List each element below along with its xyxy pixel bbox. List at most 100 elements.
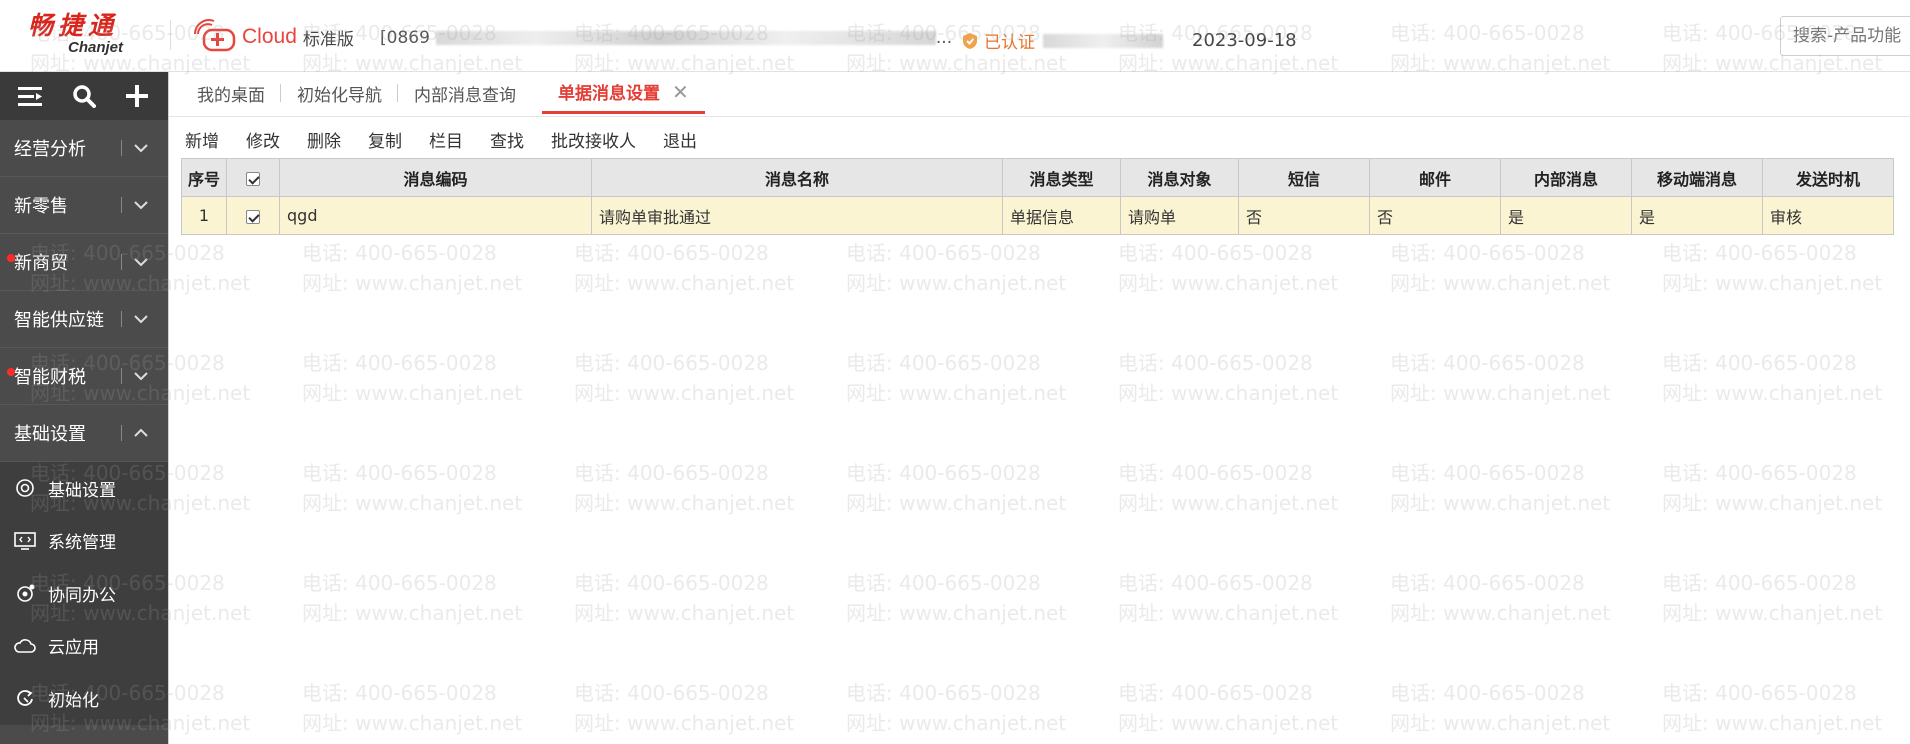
sidebar-subitem-2[interactable]: 协同办公 [0,567,168,620]
cloud-plus-icon [194,18,238,57]
toolbar-button-2[interactable]: 删除 [307,127,341,152]
column-header-9[interactable]: 移动端消息 [1631,158,1763,197]
cell-type: 单据信息 [1002,196,1121,235]
sidebar-subitem-1[interactable]: 系统管理 [0,515,168,568]
edition-label: 标准版 [302,29,354,50]
toolbar-button-5[interactable]: 查找 [490,127,524,152]
column-header-2[interactable]: 消息编码 [279,158,592,197]
toolbar-button-7[interactable]: 退出 [663,127,697,152]
message-settings-table: 序号 消息编码 消息名称 消息类型 消息对象 短信 邮件 内部消息 移动端消息 发送时机 1 qgd… [181,158,1894,235]
init-icon [14,687,36,709]
sidebar-subitem-label: 基础设置 [48,480,116,501]
sidebar-subitem-label: 协同办公 [48,585,116,606]
column-header-3[interactable]: 消息名称 [591,158,1003,197]
collaboration-icon [14,582,36,604]
cloud-icon [14,635,36,657]
sidebar-subitem-label: 初始化 [48,690,99,711]
close-icon[interactable]: ✕ [672,80,689,104]
row-checkbox[interactable] [246,209,260,224]
cell-checked[interactable] [226,196,280,235]
login-date: 2023-09-18 [1192,30,1297,51]
chevron-down-icon[interactable] [132,367,150,385]
account-ellipsis: ... [935,28,953,48]
app-window: 畅捷通 Chanjet Cloud 标准版 [0869 ... 已认证 2023… [0,0,1910,744]
cell-name: 请购单审批通过 [591,196,1003,235]
tab-0[interactable]: 我的桌面 [181,72,281,114]
column-header-8[interactable]: 内部消息 [1500,158,1632,197]
tab-3[interactable]: 单据消息设置 ✕ [542,72,705,114]
column-header-6[interactable]: 短信 [1238,158,1370,197]
toolbar-button-1[interactable]: 修改 [246,127,280,152]
tab-divider [169,116,1910,117]
group-divider [121,254,122,270]
tab-1[interactable]: 初始化导航 [281,72,398,114]
table-body: 1 qgd 请购单审批通过 单据信息 请购单否否是是审核 [181,196,1894,235]
tab-label: 初始化导航 [297,85,382,106]
sidebar: 经营分析 新零售 新商贸 智能供应链 智能财税 基础设置 基础设置 系统管理 协同办公 云应用初… [0,72,168,744]
chevron-down-icon[interactable] [132,139,150,157]
chevron-down-icon[interactable] [132,310,150,328]
sidebar-group-2[interactable]: 新商贸 [0,234,168,291]
tab-bar: 我的桌面 初始化导航 内部消息查询 单据消息设置 ✕ [181,72,705,114]
table-header-row: 序号 消息编码 消息名称 消息类型 消息对象 短信 邮件 内部消息 移动端消息 发送时机 [181,158,1894,197]
top-header: 畅捷通 Chanjet Cloud 标准版 [0869 ... 已认证 2023… [0,0,1910,72]
verified-badge[interactable]: 已认证 [962,28,1163,53]
sidebar-subitem-4[interactable]: 初始化 [0,672,168,725]
toolbar-button-3[interactable]: 复制 [368,127,402,152]
sidebar-group-5[interactable]: 基础设置 [0,405,168,462]
tab-label: 内部消息查询 [414,85,516,106]
notification-dot [7,368,15,376]
sidebar-subitem-0[interactable]: 基础设置 [0,462,168,515]
chanjet-logo: 畅捷通 Chanjet [28,12,158,62]
chevron-down-icon[interactable] [132,196,150,214]
cloud-product-logo: Cloud 标准版 [194,18,354,57]
tab-label: 单据消息设置 [558,84,660,104]
column-header-5[interactable]: 消息对象 [1120,158,1239,197]
toolbar-button-6[interactable]: 批改接收人 [551,127,636,152]
column-header-1[interactable] [226,158,280,197]
sidebar-group-0[interactable]: 经营分析 [0,120,168,177]
tab-label: 我的桌面 [197,85,265,106]
chevron-up-icon[interactable] [132,424,150,442]
chevron-down-icon[interactable] [132,253,150,271]
column-header-4[interactable]: 消息类型 [1002,158,1121,197]
group-divider [121,425,122,441]
sidebar-submenu: 基础设置系统管理协同办公云应用初始化 [0,462,168,725]
notification-dot [7,254,15,262]
column-header-0[interactable]: 序号 [181,158,227,197]
toolbar: 新增 修改 删除 复制 栏目 查找 批改接收人 退出 [185,118,724,160]
toolbar-button-0[interactable]: 新增 [185,127,219,152]
sidebar-group-3[interactable]: 智能供应链 [0,291,168,348]
column-header-7[interactable]: 邮件 [1369,158,1501,197]
menu-toggle-icon[interactable] [14,79,48,113]
group-divider [121,140,122,156]
sidebar-subitem-3[interactable]: 云应用 [0,620,168,673]
toolbar-button-4[interactable]: 栏目 [429,127,463,152]
group-divider [121,368,122,384]
column-header-10[interactable]: 发送时机 [1762,158,1894,197]
shield-icon [962,32,978,50]
table-row[interactable]: 1 qgd 请购单审批通过 单据信息 请购单否否是是审核 [181,196,1894,235]
sidebar-group-4[interactable]: 智能财税 [0,348,168,405]
account-id: [0869 [380,28,430,48]
select-all-checkbox[interactable] [246,171,260,186]
redacted-company [1043,33,1163,48]
cell-email: 否 [1369,196,1501,235]
sidebar-subitem-label: 系统管理 [48,533,116,554]
brand-en: Chanjet [68,39,124,56]
brand-cn: 畅捷通 [28,11,119,40]
cell-sms: 否 [1238,196,1370,235]
cell-mobile: 是 [1631,196,1763,235]
header-divider [170,20,171,50]
add-icon[interactable] [120,79,154,113]
cloud-label: Cloud [242,25,297,48]
sidebar-groups: 经营分析 新零售 新商贸 智能供应链 智能财税 基础设置 [0,120,168,462]
search-input[interactable] [1780,16,1910,56]
sidebar-subitem-label: 云应用 [48,638,99,659]
tab-2[interactable]: 内部消息查询 [398,72,532,114]
monitor-code-icon [14,530,36,552]
sidebar-toolbar [0,72,168,120]
cell-code: qgd [279,196,592,235]
sidebar-group-1[interactable]: 新零售 [0,177,168,234]
search-icon[interactable] [67,79,101,113]
